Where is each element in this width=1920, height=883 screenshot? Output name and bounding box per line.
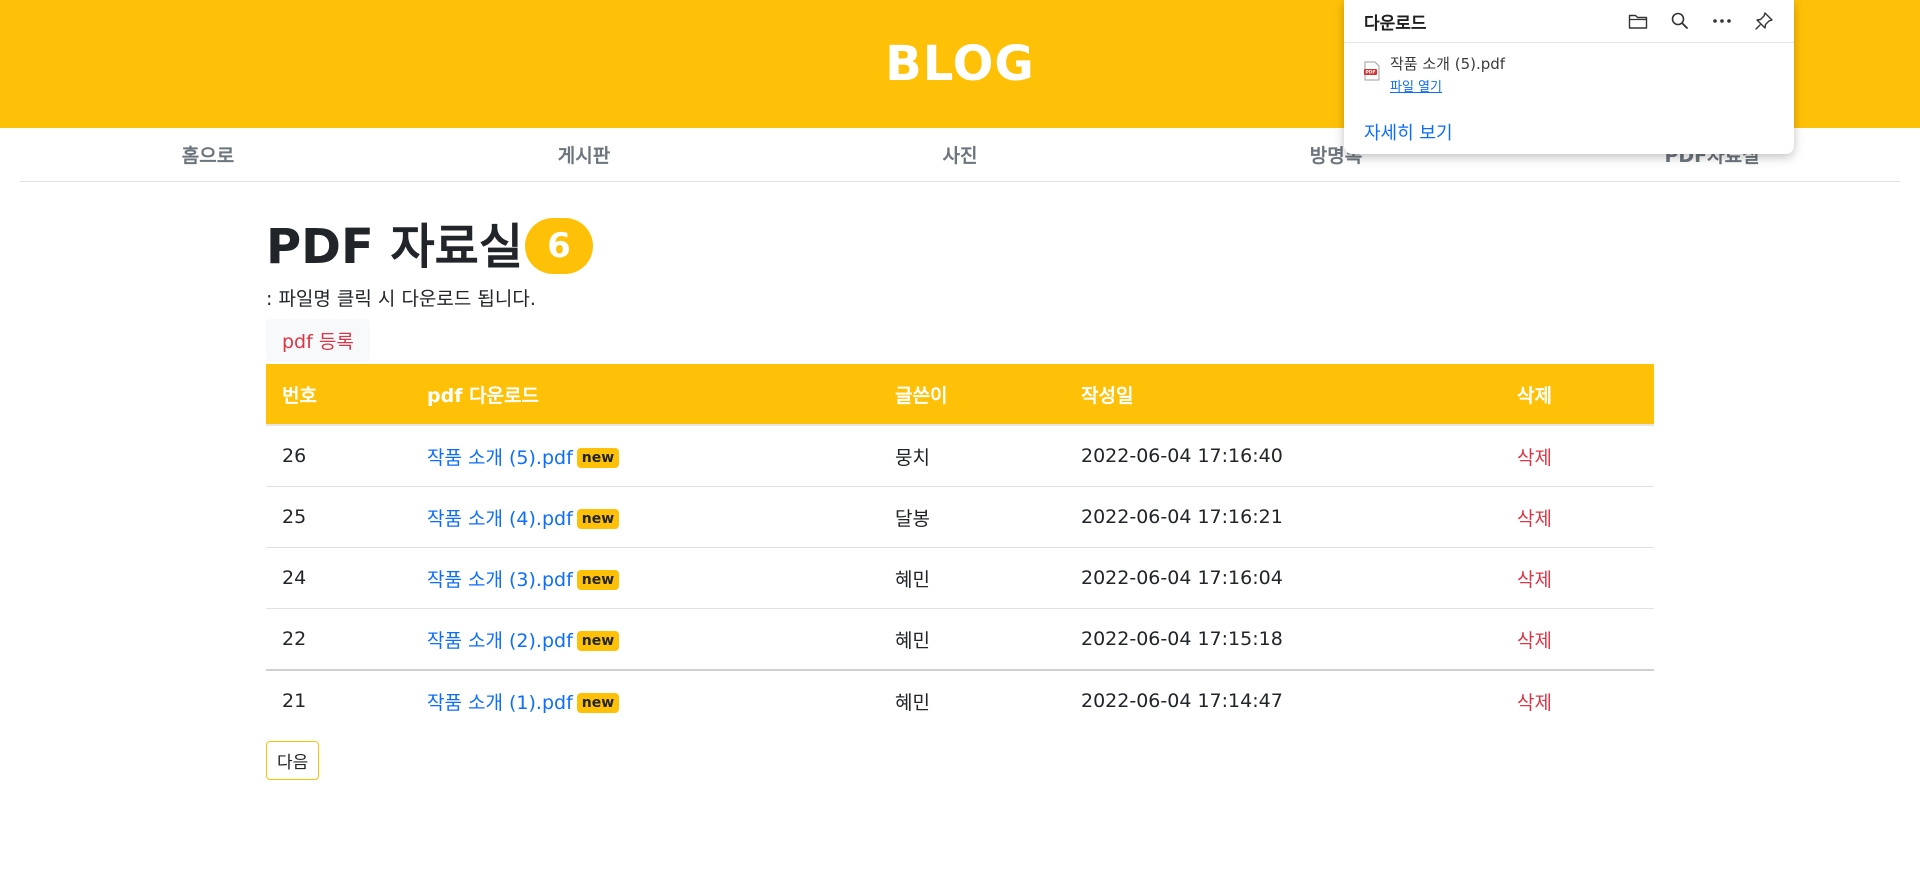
row-author: 혜민 — [879, 547, 1065, 609]
downloads-panel: 다운로드 PDF 작품 소개 (5).pdf 파일 열기 자세히 보기 — [1344, 0, 1794, 154]
delete-cell: 삭제 — [1501, 486, 1654, 548]
delete-cell: 삭제 — [1501, 547, 1654, 609]
row-author: 혜민 — [879, 608, 1065, 671]
add-pdf-button[interactable]: pdf 등록 — [266, 319, 370, 362]
table-row: 26 작품 소개 (5).pdf new 뭉치 2022-06-04 17:16:… — [266, 425, 1654, 487]
download-cell: 작품 소개 (1).pdf new — [411, 670, 879, 731]
see-more-link[interactable]: 자세히 보기 — [1364, 119, 1794, 145]
row-date: 2022-06-04 17:16:21 — [1065, 486, 1501, 548]
new-badge: new — [576, 692, 620, 713]
pdf-table: 번호 pdf 다운로드 글쓴이 작성일 삭제 26 작품 소개 (5).pdf n… — [266, 364, 1654, 731]
row-author: 혜민 — [895, 691, 930, 714]
pin-icon[interactable] — [1754, 11, 1774, 31]
row-date: 2022-06-04 17:15:18 — [1065, 608, 1501, 671]
download-cell: 작품 소개 (5).pdf new — [411, 425, 879, 487]
new-badge: new — [576, 569, 620, 590]
delete-link[interactable]: 삭제 — [1517, 692, 1552, 714]
row-number: 24 — [266, 547, 411, 609]
row-number: 26 — [266, 425, 411, 487]
downloads-toolbar — [1628, 11, 1774, 31]
row-author: 달봉 — [879, 486, 1065, 548]
table-row: 21 작품 소개 (1).pdf new 혜민 2022-06-04 17:14:… — [266, 670, 1654, 731]
col-header-date: 작성일 — [1065, 364, 1501, 426]
table-row: 24 작품 소개 (3).pdf new 혜민 2022-06-04 17:16:… — [266, 547, 1654, 609]
download-cell: 작품 소개 (2).pdf new — [411, 608, 879, 671]
page-title: PDF 자료실 — [266, 219, 524, 275]
nav-board[interactable]: 게시판 — [396, 141, 772, 168]
delete-cell: 삭제 — [1501, 608, 1654, 671]
search-icon[interactable] — [1670, 11, 1690, 31]
delete-cell: 삭제 — [1501, 670, 1654, 731]
delete-link[interactable]: 삭제 — [1517, 569, 1552, 591]
row-number: 22 — [266, 608, 411, 671]
delete-link[interactable]: 삭제 — [1517, 447, 1552, 469]
col-header-number: 번호 — [266, 364, 411, 426]
col-header-delete: 삭제 — [1501, 364, 1654, 426]
delete-cell: 삭제 — [1501, 425, 1654, 487]
file-link[interactable]: 작품 소개 (5).pdf — [427, 447, 573, 469]
file-link[interactable]: 작품 소개 (4).pdf — [427, 508, 573, 530]
page-subtitle: : 파일명 클릭 시 다운로드 됩니다. — [266, 288, 536, 310]
row-number: 21 — [282, 690, 307, 712]
row-number: 25 — [266, 486, 411, 548]
nav-photo[interactable]: 사진 — [772, 141, 1148, 168]
title-row: PDF 자료실 6 — [266, 210, 1654, 275]
table-row: 22 작품 소개 (2).pdf new 혜민 2022-06-04 17:15:… — [266, 608, 1654, 671]
row-date: 2022-06-04 17:14:47 — [1081, 690, 1283, 712]
folder-icon[interactable] — [1628, 11, 1648, 31]
next-page-button[interactable]: 다음 — [266, 741, 320, 780]
table-header-row: 번호 pdf 다운로드 글쓴이 작성일 삭제 — [266, 364, 1654, 426]
row-author: 뭉치 — [879, 425, 1065, 487]
site-title: BLOG — [885, 36, 1035, 92]
new-badge: new — [576, 630, 620, 651]
delete-link[interactable]: 삭제 — [1517, 508, 1552, 530]
main-content: PDF 자료실 6 : 파일명 클릭 시 다운로드 됩니다. pdf 등록 번호… — [266, 210, 1654, 780]
open-file-link[interactable]: 파일 열기 — [1390, 76, 1442, 95]
file-link[interactable]: 작품 소개 (2).pdf — [427, 630, 573, 652]
file-link[interactable]: 작품 소개 (1).pdf — [427, 692, 573, 714]
new-badge: new — [576, 508, 620, 529]
downloads-header: 다운로드 — [1344, 0, 1794, 43]
download-file-name: 작품 소개 (5).pdf — [1390, 55, 1506, 73]
new-badge: new — [576, 447, 620, 468]
table-row: 25 작품 소개 (4).pdf new 달봉 2022-06-04 17:16:… — [266, 486, 1654, 548]
download-item-text: 작품 소개 (5).pdf 파일 열기 — [1390, 53, 1505, 95]
file-link[interactable]: 작품 소개 (3).pdf — [427, 569, 573, 591]
pdf-file-icon: PDF — [1364, 61, 1380, 85]
download-cell: 작품 소개 (4).pdf new — [411, 486, 879, 548]
col-header-download: pdf 다운로드 — [411, 364, 879, 426]
col-header-author: 글쓴이 — [879, 364, 1065, 426]
delete-link[interactable]: 삭제 — [1517, 630, 1552, 652]
more-icon[interactable] — [1712, 11, 1732, 31]
download-item[interactable]: PDF 작품 소개 (5).pdf 파일 열기 — [1344, 43, 1794, 95]
download-cell: 작품 소개 (3).pdf new — [411, 547, 879, 609]
row-date: 2022-06-04 17:16:04 — [1065, 547, 1501, 609]
nav-home[interactable]: 홈으로 — [20, 141, 396, 168]
count-badge: 6 — [525, 218, 594, 274]
svg-text:PDF: PDF — [1365, 70, 1375, 76]
downloads-title: 다운로드 — [1364, 13, 1427, 34]
row-date: 2022-06-04 17:16:40 — [1065, 425, 1501, 487]
